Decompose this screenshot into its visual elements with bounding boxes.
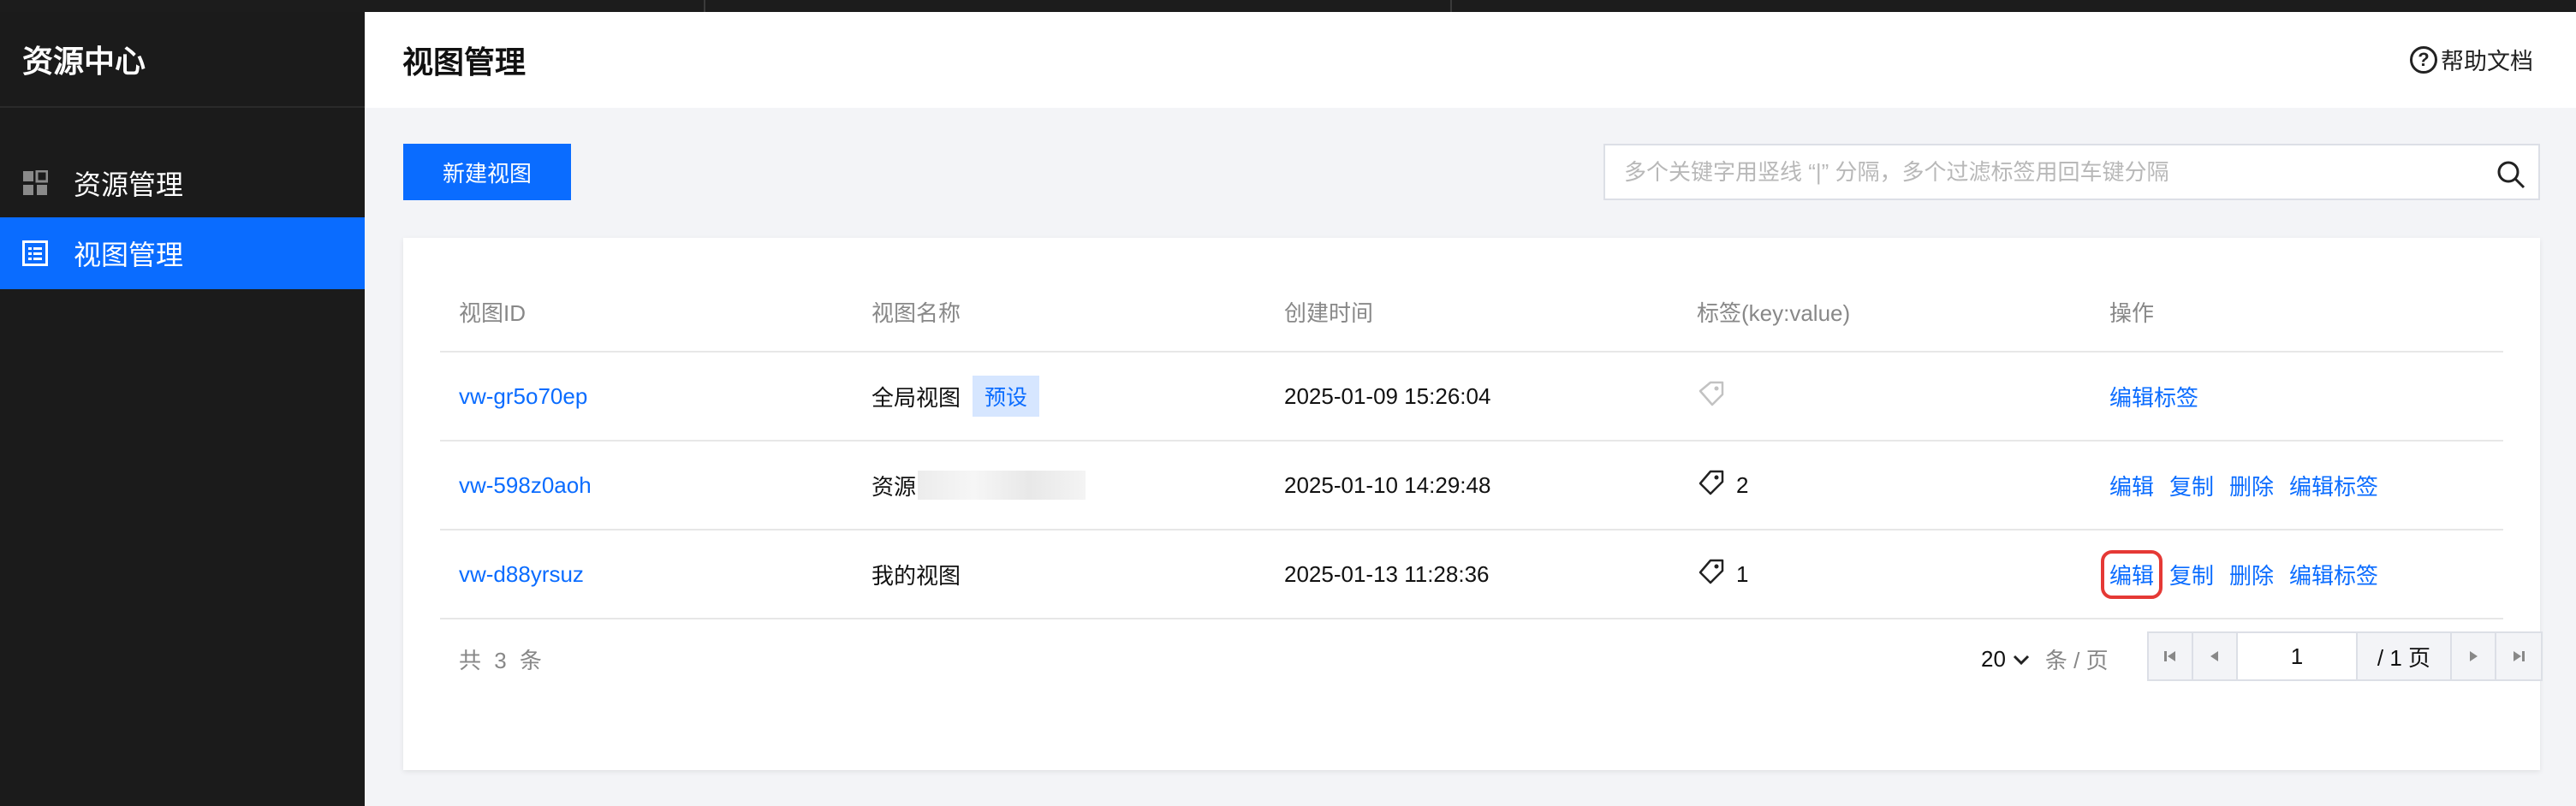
column-header-name: 视图名称 — [872, 299, 961, 326]
top-bar-divider — [704, 0, 705, 12]
views-table: 视图ID 视图名称 创建时间 标签(key:value) 操作 vw-gr5o7… — [440, 272, 2503, 619]
next-page-icon — [2470, 651, 2478, 661]
sidebar-item-label: 视图管理 — [74, 240, 184, 270]
delete-link[interactable]: 删除 — [2229, 470, 2274, 501]
edit-tags-link[interactable]: 编辑标签 — [2289, 470, 2378, 501]
sidebar-title: 资源中心 — [0, 12, 365, 108]
view-name: 我的视图 — [872, 562, 961, 589]
chevron-down-icon — [2013, 654, 2030, 666]
search-box — [1603, 144, 2540, 200]
page-title: 视图管理 — [402, 44, 527, 80]
table-row: vw-d88yrsuz 我的视图 2025-01-13 11:28:36 1 编… — [440, 530, 2503, 619]
tags-cell: 1 — [1697, 530, 1748, 618]
tags-cell: 2 — [1697, 442, 1748, 529]
created-time: 2025-01-09 15:26:04 — [1284, 382, 1491, 409]
tag-icon[interactable] — [1697, 379, 1726, 414]
list-icon — [21, 239, 50, 268]
edit-link[interactable]: 编辑 — [2109, 470, 2154, 501]
top-bar — [0, 0, 2576, 12]
sidebar-item-resource-management[interactable]: 资源管理 — [0, 147, 365, 219]
view-id-link[interactable]: vw-gr5o70ep — [459, 353, 587, 440]
view-name-cell: 我的视图 — [872, 530, 961, 618]
created-time: 2025-01-13 11:28:36 — [1284, 560, 1490, 587]
view-name: 资源 — [872, 473, 917, 500]
redacted-name — [918, 471, 1086, 500]
total-pages: / 1 页 — [2358, 633, 2452, 679]
column-header-id: 视图ID — [459, 299, 527, 326]
next-page-button[interactable] — [2452, 633, 2496, 679]
tag-count: 1 — [1736, 560, 1749, 587]
column-header-tags: 标签(key:value) — [1697, 299, 1851, 326]
sidebar-item-label: 资源管理 — [74, 169, 184, 200]
actions-cell: 编辑标签 — [2109, 353, 2214, 440]
view-name-cell: 资源 — [872, 442, 1086, 529]
grid-icon — [21, 169, 50, 198]
tag-count: 2 — [1736, 471, 1749, 498]
preset-badge: 预设 — [973, 376, 1040, 417]
main-content: 视图管理 ? 帮助文档 新建视图 视图ID 视图名称 创建时间 标签(key:v… — [365, 12, 2576, 806]
help-docs-link[interactable]: ? 帮助文档 — [2410, 43, 2533, 76]
copy-link[interactable]: 复制 — [2169, 559, 2214, 590]
page-size-unit: 条 / 页 — [2044, 648, 2109, 673]
help-label: 帮助文档 — [2441, 49, 2533, 74]
page-number-input[interactable]: 1 — [2238, 633, 2358, 679]
sidebar: 资源中心 资源管理 视图管理 — [0, 12, 365, 806]
tag-icon[interactable] — [1697, 468, 1726, 503]
page-header: 视图管理 ? 帮助文档 — [365, 12, 2576, 108]
view-id-link[interactable]: vw-598z0aoh — [459, 442, 592, 529]
sidebar-item-view-management[interactable]: 视图管理 — [0, 217, 365, 289]
view-id-link[interactable]: vw-d88yrsuz — [459, 530, 584, 618]
table-footer: 共 3 条 20 条 / 页 1 / 1 页 — [440, 614, 2543, 700]
edit-tags-link[interactable]: 编辑标签 — [2109, 381, 2198, 412]
page-size-selector[interactable]: 20 条 / 页 — [1981, 643, 2109, 675]
total-count: 共 3 条 — [459, 648, 545, 673]
first-page-button[interactable] — [2149, 633, 2193, 679]
copy-link[interactable]: 复制 — [2169, 470, 2214, 501]
first-page-icon — [2164, 651, 2175, 661]
prev-page-button[interactable] — [2193, 633, 2238, 679]
tag-icon[interactable] — [1697, 557, 1726, 592]
help-icon: ? — [2410, 45, 2437, 74]
search-icon[interactable] — [2496, 159, 2526, 190]
table-row: vw-598z0aoh 资源 2025-01-10 14:29:48 2 编辑 … — [440, 442, 2503, 530]
view-name-cell: 全局视图 预设 — [872, 353, 1040, 440]
created-time: 2025-01-10 14:29:48 — [1284, 471, 1491, 498]
delete-link[interactable]: 删除 — [2229, 559, 2274, 590]
column-header-created: 创建时间 — [1284, 299, 1374, 326]
last-page-button[interactable] — [2496, 633, 2541, 679]
last-page-icon — [2514, 651, 2525, 661]
column-header-actions: 操作 — [2109, 299, 2155, 326]
top-bar-divider — [1450, 0, 1452, 12]
table-header: 视图ID 视图名称 创建时间 标签(key:value) 操作 — [440, 272, 2503, 353]
views-table-card: 视图ID 视图名称 创建时间 标签(key:value) 操作 vw-gr5o7… — [403, 238, 2543, 770]
table-row: vw-gr5o70ep 全局视图 预设 2025-01-09 15:26:04 — [440, 353, 2503, 442]
pagination: 1 / 1 页 — [2147, 631, 2543, 681]
tags-cell — [1697, 353, 1726, 440]
actions-cell: 编辑 复制 删除 编辑标签 — [2109, 442, 2394, 529]
edit-tags-link[interactable]: 编辑标签 — [2289, 559, 2378, 590]
prev-page-icon — [2210, 651, 2218, 661]
search-input[interactable] — [1624, 158, 2480, 186]
edit-link[interactable]: 编辑 — [2100, 549, 2163, 599]
new-view-button[interactable]: 新建视图 — [403, 144, 571, 200]
actions-cell: 编辑 复制 删除 编辑标签 — [2100, 530, 2394, 618]
page-size-value: 20 — [1981, 646, 2006, 672]
view-name: 全局视图 — [872, 384, 961, 411]
